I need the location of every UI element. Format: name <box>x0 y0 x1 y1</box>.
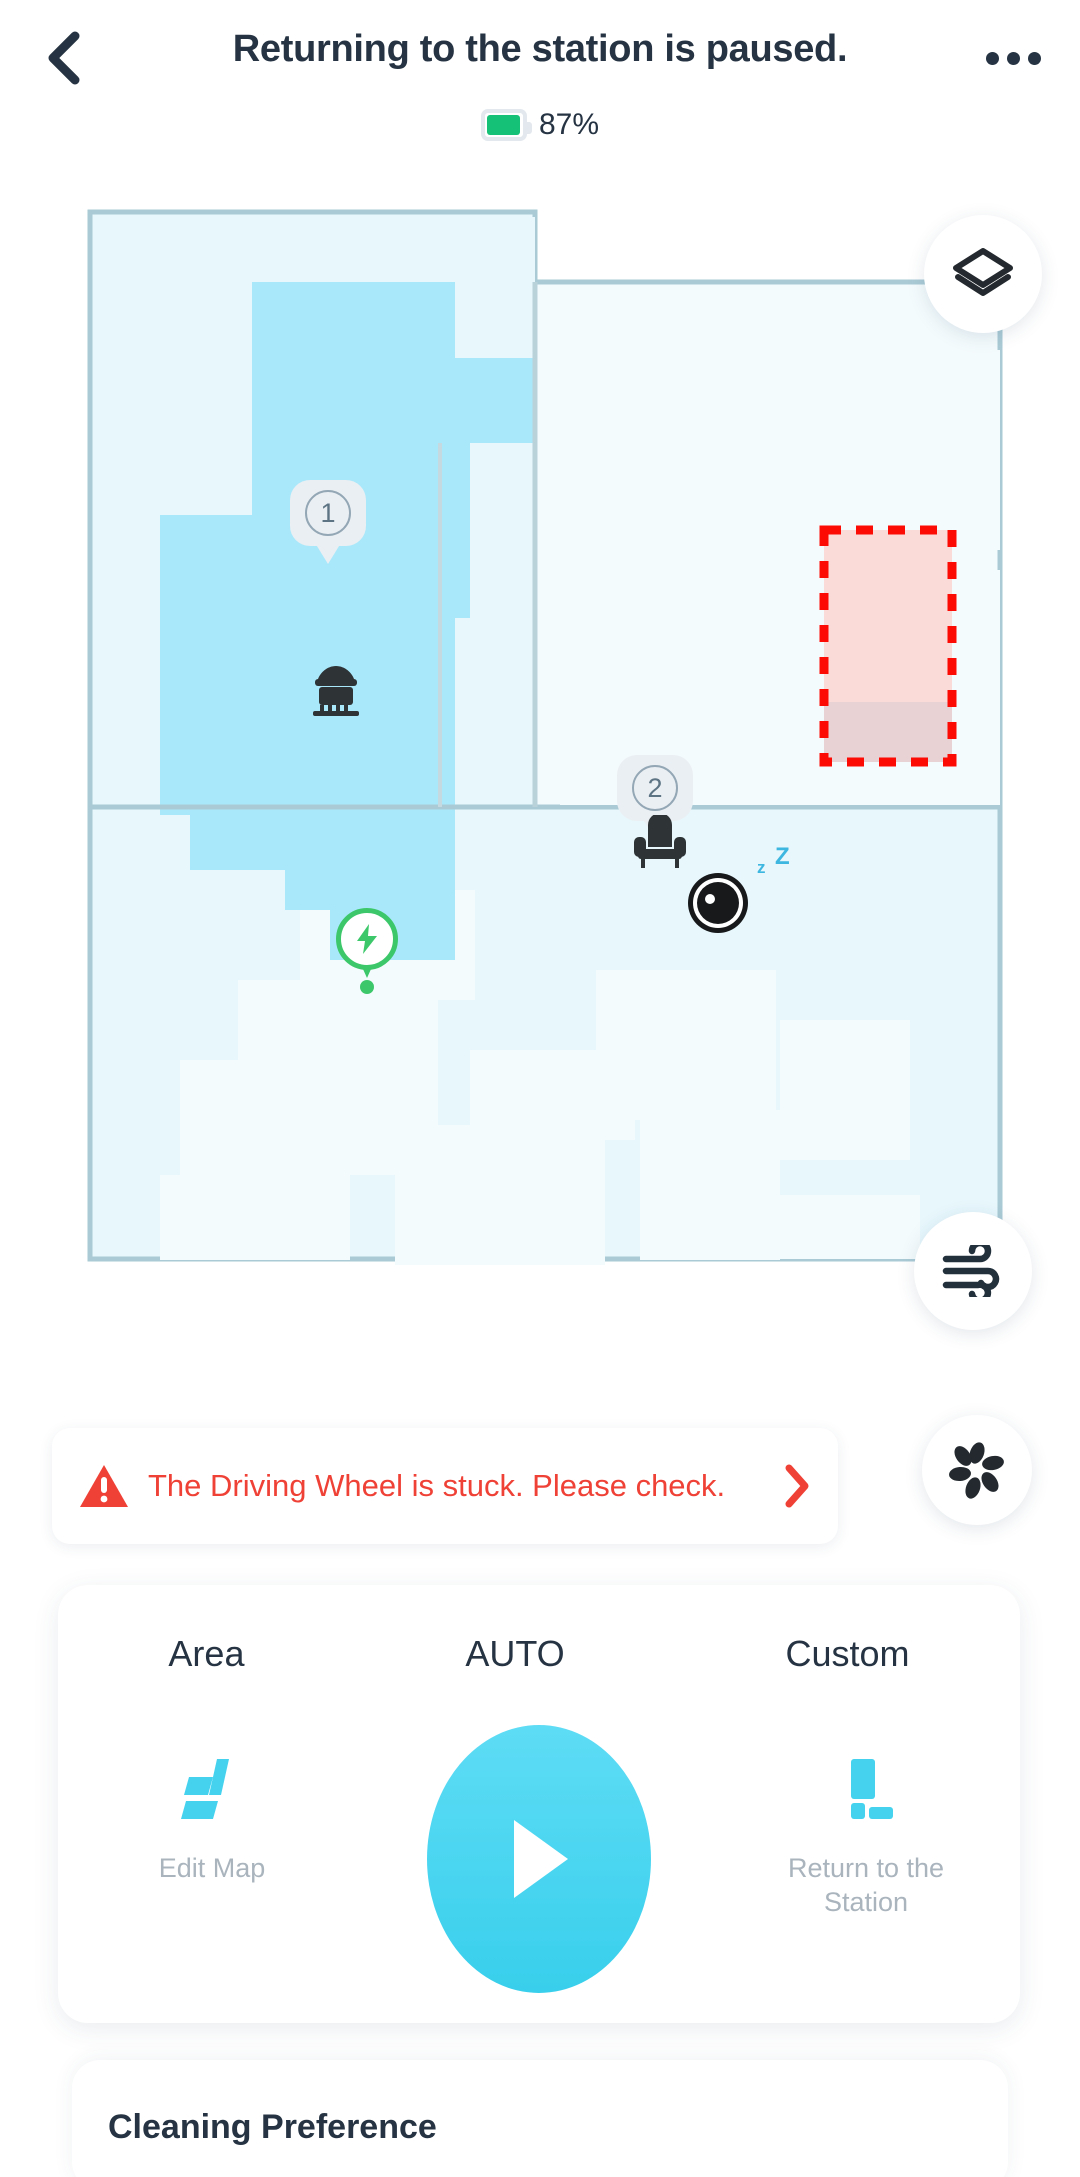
water-level-button[interactable] <box>922 1415 1032 1525</box>
room-pin-1[interactable]: 1 <box>290 480 366 572</box>
play-button[interactable] <box>427 1725 651 1993</box>
return-to-station-label: Return to the Station <box>736 1852 996 1920</box>
warning-triangle-icon <box>80 1465 128 1507</box>
edit-map-icon <box>181 1759 229 1819</box>
suction-power-icon <box>942 1245 1000 1297</box>
sofa-icon <box>630 813 690 874</box>
sleep-z-small: z <box>757 858 766 877</box>
sleep-z-large: Z <box>775 843 790 870</box>
control-panel: Area AUTO Custom Edit Map Return to the … <box>58 1585 1020 2023</box>
control-buttons-row: Edit Map Return to the Station <box>58 1725 1020 2005</box>
tab-custom[interactable]: Custom <box>772 1627 924 1681</box>
error-message: The Driving Wheel is stuck. Please check… <box>148 1468 726 1503</box>
edit-map-button[interactable]: Edit Map <box>82 1755 342 1886</box>
map-canvas[interactable] <box>0 190 1080 1310</box>
robot-vacuum-app: Returning to the station is paused. 87% <box>0 0 1080 2177</box>
more-options-icon <box>1006 51 1020 65</box>
tab-auto[interactable]: AUTO <box>451 1627 578 1681</box>
return-to-station-button[interactable]: Return to the Station <box>736 1755 996 1920</box>
error-banner[interactable]: The Driving Wheel is stuck. Please check… <box>52 1428 838 1544</box>
map-layers-button[interactable] <box>924 215 1042 333</box>
more-options-icon <box>1027 51 1041 65</box>
robot-vacuum-icon[interactable] <box>685 870 751 941</box>
more-options-button[interactable] <box>976 26 1050 90</box>
room-pin-1-label: 1 <box>305 490 351 536</box>
chevron-left-icon <box>48 31 80 85</box>
battery-icon <box>480 109 532 141</box>
room-pin-2-label: 2 <box>632 765 678 811</box>
page-title: Returning to the station is paused. <box>232 28 848 70</box>
water-level-icon <box>949 1442 1004 1499</box>
app-header: Returning to the station is paused. 87% <box>0 0 1080 141</box>
tab-area[interactable]: Area <box>154 1627 258 1681</box>
edit-map-label: Edit Map <box>158 1853 266 1883</box>
return-label-line1: Return to the <box>787 1853 945 1883</box>
back-button[interactable] <box>28 22 100 94</box>
cleaning-preference-card[interactable]: Cleaning Preference <box>72 2060 1008 2177</box>
lightning-bolt-icon <box>357 924 377 954</box>
battery-percent-label: 87% <box>538 108 600 141</box>
charging-dock-icon[interactable] <box>336 908 398 994</box>
play-icon <box>514 1820 568 1898</box>
more-options-icon <box>985 51 999 65</box>
chevron-right-icon <box>785 1464 809 1508</box>
no-go-zone <box>819 525 957 767</box>
return-station-icon <box>851 1759 893 1819</box>
battery-status: 87% <box>0 108 1080 142</box>
suction-power-button[interactable] <box>914 1212 1032 1330</box>
return-label-line2: Station <box>823 1886 909 1917</box>
cleaning-preference-title: Cleaning Preference <box>108 2108 437 2146</box>
layers-icon <box>953 248 1013 296</box>
map-area[interactable]: 1 2 Z z <box>0 190 1080 1330</box>
stove-icon <box>305 662 367 723</box>
mode-tabs: Area AUTO Custom <box>58 1627 1020 1681</box>
